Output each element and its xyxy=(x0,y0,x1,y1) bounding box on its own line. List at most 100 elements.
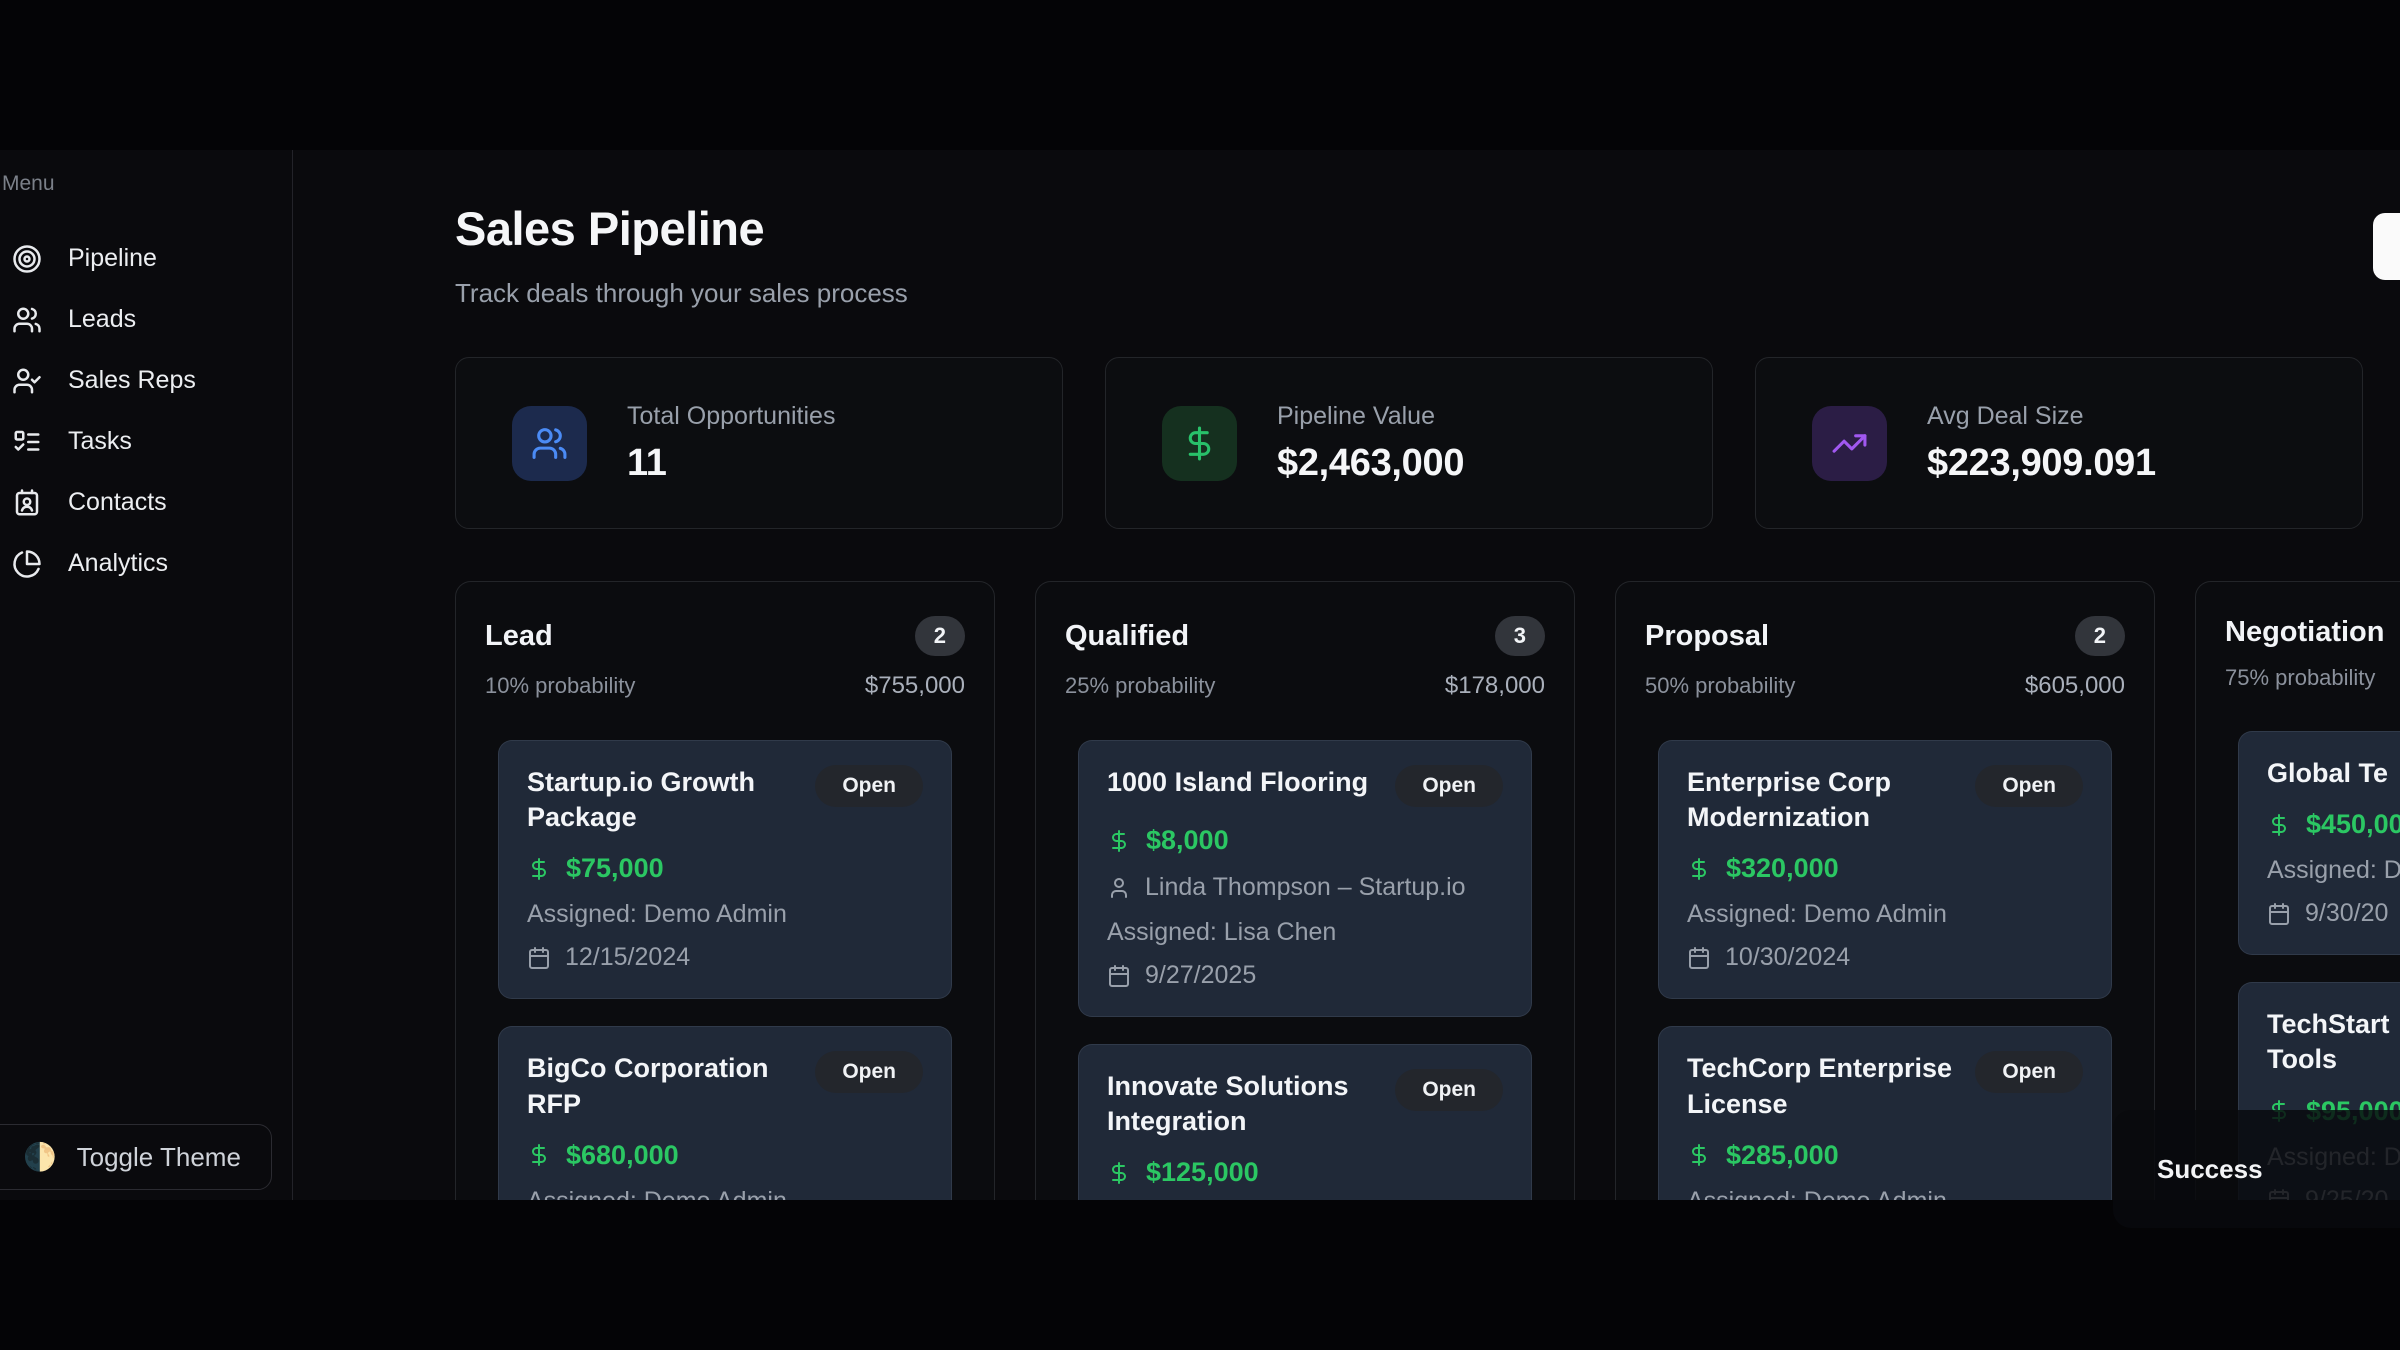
pie-chart-icon xyxy=(12,549,42,579)
opportunity-date: 9/30/20 xyxy=(2267,899,2400,928)
column-probability: 10% probability xyxy=(485,673,635,699)
column-count-badge: 3 xyxy=(1495,616,1545,656)
stat-label: Pipeline Value xyxy=(1277,402,1464,431)
opportunity-value: $8,000 xyxy=(1107,825,1503,856)
opportunity-title: Innovate Solutions Integration xyxy=(1107,1069,1379,1139)
status-badge: Open xyxy=(1395,1069,1503,1111)
sidebar-nav: Pipeline Leads Sales Reps Tasks Contacts… xyxy=(0,228,292,594)
app-window: Menu Pipeline Leads Sales Reps Tasks Con… xyxy=(0,150,2400,1200)
dollar-icon xyxy=(2267,813,2291,837)
stat-card: Pipeline Value $2,463,000 xyxy=(1105,357,1713,529)
opportunity-card[interactable]: Innovate Solutions Integration Open $125… xyxy=(1078,1044,1532,1200)
dollar-icon xyxy=(1687,857,1711,881)
toggle-theme-label: Toggle Theme xyxy=(77,1142,241,1173)
opportunity-assigned: Assigned: Demo Admin xyxy=(527,1187,923,1200)
success-toast: Success xyxy=(2113,1110,2400,1228)
sidebar-menu-label: Menu xyxy=(0,172,292,196)
opportunity-assigned: Assigned: Demo Admin xyxy=(1687,1187,2083,1200)
user-check-icon xyxy=(12,366,42,396)
opportunity-date: 10/30/2024 xyxy=(1687,943,2083,972)
opportunity-title: Global Te xyxy=(2267,756,2388,791)
contact-card-icon xyxy=(12,488,42,518)
opportunity-assigned: Assigned: D xyxy=(2267,856,2400,885)
add-opportunity-button[interactable]: Add Opportunity xyxy=(2373,213,2400,280)
sidebar-item-pipeline[interactable]: Pipeline xyxy=(0,228,292,289)
opportunity-title: BigCo Corporation RFP xyxy=(527,1051,799,1121)
status-badge: Open xyxy=(815,1051,923,1093)
sidebar-item-tasks[interactable]: Tasks xyxy=(0,411,292,472)
dollar-icon xyxy=(1107,829,1131,853)
user-icon xyxy=(1107,876,1131,900)
page-subtitle: Track deals through your sales process xyxy=(455,278,2400,309)
column-probability: 75% probability xyxy=(2225,665,2375,691)
calendar-icon xyxy=(1107,964,1131,988)
opportunity-title: TechCorp Enterprise License xyxy=(1687,1051,1959,1121)
stat-label: Avg Deal Size xyxy=(1927,402,2156,431)
stat-value: $223,909.091 xyxy=(1927,442,2156,485)
stats-row: Total Opportunities 11 Pipeline Value $2… xyxy=(455,357,2363,529)
column-title: Lead xyxy=(485,620,553,653)
column-total: $755,000 xyxy=(865,672,965,700)
opportunity-value: $680,000 xyxy=(527,1140,923,1171)
opportunity-date: 12/15/2024 xyxy=(527,943,923,972)
sidebar-item-sales-reps[interactable]: Sales Reps xyxy=(0,350,292,411)
dollar-icon xyxy=(527,857,551,881)
stat-value: $2,463,000 xyxy=(1277,442,1464,485)
pipeline-column-qualified: Qualified 3 25% probability $178,000 100… xyxy=(1035,581,1575,1200)
pipeline-board: Lead 2 10% probability $755,000 Startup.… xyxy=(455,581,2400,1200)
pipeline-column-lead: Lead 2 10% probability $755,000 Startup.… xyxy=(455,581,995,1200)
main-content: Sales Pipeline Track deals through your … xyxy=(293,150,2400,1200)
pipeline-column-negotiation: Negotiation 75% probability Global Te $4… xyxy=(2195,581,2400,1200)
stat-card: Total Opportunities 11 xyxy=(455,357,1063,529)
opportunity-card[interactable]: 1000 Island Flooring Open $8,000 Linda T… xyxy=(1078,740,1532,1017)
toggle-theme-button[interactable]: 🌓 Toggle Theme xyxy=(0,1124,272,1190)
opportunity-card[interactable]: Enterprise Corp Modernization Open $320,… xyxy=(1658,740,2112,999)
dollar-icon xyxy=(1687,1143,1711,1167)
dollar-icon xyxy=(527,1143,551,1167)
column-count-badge: 2 xyxy=(915,616,965,656)
column-probability: 50% probability xyxy=(1645,673,1795,699)
status-badge: Open xyxy=(1395,765,1503,807)
opportunity-value: $320,000 xyxy=(1687,853,2083,884)
opportunity-card[interactable]: TechCorp Enterprise License Open $285,00… xyxy=(1658,1026,2112,1200)
opportunity-value: $285,000 xyxy=(1687,1140,2083,1171)
column-title: Proposal xyxy=(1645,620,1769,653)
column-title: Qualified xyxy=(1065,620,1189,653)
opportunity-assigned: Assigned: Lisa Chen xyxy=(1107,918,1503,947)
stat-value: 11 xyxy=(627,442,835,485)
calendar-icon xyxy=(527,946,551,970)
column-title: Negotiation xyxy=(2225,616,2385,649)
sidebar-item-leads[interactable]: Leads xyxy=(0,289,292,350)
sidebar-item-contacts[interactable]: Contacts xyxy=(0,472,292,533)
opportunity-title: Enterprise Corp Modernization xyxy=(1687,765,1959,835)
page-title: Sales Pipeline xyxy=(455,202,2400,256)
column-cards: Enterprise Corp Modernization Open $320,… xyxy=(1642,740,2128,1200)
opportunity-date: 9/27/2025 xyxy=(1107,961,1503,990)
dollar-icon xyxy=(1162,406,1237,481)
opportunity-contact: Linda Thompson – Startup.io xyxy=(1107,873,1503,902)
opportunity-card[interactable]: Global Te $450,000 Assigned: D 9/30/20 xyxy=(2238,731,2400,955)
sidebar: Menu Pipeline Leads Sales Reps Tasks Con… xyxy=(0,150,293,1200)
users-icon xyxy=(512,406,587,481)
opportunity-assigned: Assigned: Demo Admin xyxy=(527,900,923,929)
column-total: $178,000 xyxy=(1445,672,1545,700)
column-count-badge: 2 xyxy=(2075,616,2125,656)
opportunity-card[interactable]: Startup.io Growth Package Open $75,000 A… xyxy=(498,740,952,999)
stat-card: Avg Deal Size $223,909.091 xyxy=(1755,357,2363,529)
sidebar-item-analytics[interactable]: Analytics xyxy=(0,533,292,594)
opportunity-card[interactable]: BigCo Corporation RFP Open $680,000 Assi… xyxy=(498,1026,952,1200)
opportunity-value: $125,000 xyxy=(1107,1157,1503,1188)
status-badge: Open xyxy=(815,765,923,807)
column-cards: Startup.io Growth Package Open $75,000 A… xyxy=(482,740,968,1200)
opportunity-title: TechStart Tools xyxy=(2267,1007,2390,1077)
list-todo-icon xyxy=(12,427,42,457)
users-icon xyxy=(12,305,42,335)
column-cards: 1000 Island Flooring Open $8,000 Linda T… xyxy=(1062,740,1548,1200)
pipeline-column-proposal: Proposal 2 50% probability $605,000 Ente… xyxy=(1615,581,2155,1200)
calendar-icon xyxy=(1687,946,1711,970)
column-total: $605,000 xyxy=(2025,672,2125,700)
status-badge: Open xyxy=(1975,1051,2083,1093)
opportunity-assigned: Assigned: Demo Admin xyxy=(1687,900,2083,929)
opportunity-title: 1000 Island Flooring xyxy=(1107,765,1368,807)
opportunity-value: $450,000 xyxy=(2267,809,2400,840)
